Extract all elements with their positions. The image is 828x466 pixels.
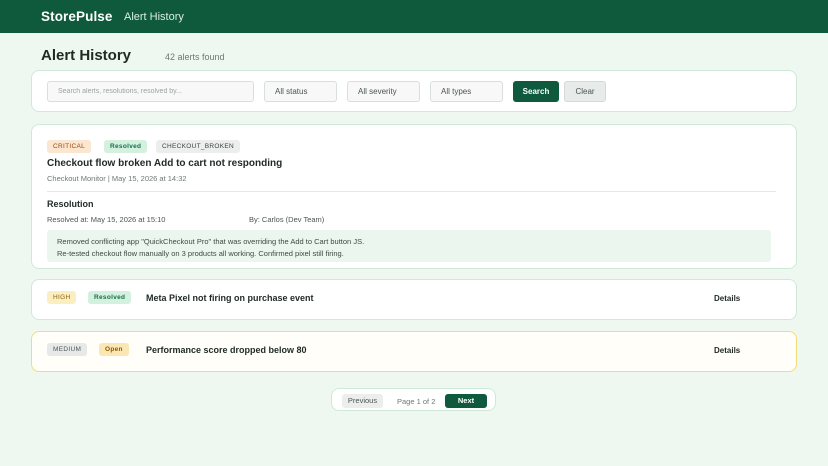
resolution-notes: Removed conflicting app "QuickCheckout P… [47,230,771,262]
filter-bar: All status All severity All types Search… [31,70,797,112]
resolution-note-line: Re-tested checkout flow manually on 3 pr… [57,249,344,258]
alert-title: Checkout flow broken Add to cart not res… [47,158,283,169]
alert-meta: Checkout Monitor | May 15, 2026 at 14:32 [47,174,187,183]
nav-alert-history[interactable]: Alert History [124,11,184,23]
resolved-by: By: Carlos (Dev Team) [249,215,325,224]
divider [47,191,776,192]
previous-page-button[interactable]: Previous [342,394,383,408]
page-indicator: Page 1 of 2 [397,397,436,406]
status-filter-select[interactable]: All status [264,81,337,102]
details-link[interactable]: Details [714,294,740,303]
severity-badge: HIGH [47,291,77,304]
pagination: Previous Page 1 of 2 Next [331,388,496,411]
alert-card[interactable]: HIGH Resolved Meta Pixel not firing on p… [31,279,797,320]
brand-logo[interactable]: StorePulse [41,9,113,24]
alert-count: 42 alerts found [165,52,225,62]
clear-button[interactable]: Clear [564,81,606,102]
alert-title: Performance score dropped below 80 [146,345,307,355]
type-badge: CHECKOUT_BROKEN [156,140,241,153]
next-page-button[interactable]: Next [445,394,487,408]
alert-card-expanded[interactable]: CRITICAL Resolved CHECKOUT_BROKEN Checko… [31,124,797,269]
search-button[interactable]: Search [513,81,559,102]
resolution-heading: Resolution [47,199,94,209]
severity-badge: CRITICAL [47,140,92,153]
resolved-at: Resolved at: May 15, 2026 at 15:10 [47,215,166,224]
status-badge: Resolved [104,140,148,153]
search-input[interactable] [47,81,254,102]
resolution-note-line: Removed conflicting app "QuickCheckout P… [57,237,365,246]
type-filter-select[interactable]: All types [430,81,503,102]
severity-badge: MEDIUM [47,343,88,356]
status-badge: Open [99,343,129,356]
top-navbar: StorePulse Alert History [0,0,828,33]
alert-card-open[interactable]: MEDIUM Open Performance score dropped be… [31,331,797,372]
severity-filter-select[interactable]: All severity [347,81,420,102]
status-badge: Resolved [88,291,132,304]
details-link[interactable]: Details [714,346,740,355]
alert-title: Meta Pixel not firing on purchase event [146,293,314,303]
page-title: Alert History [41,47,132,64]
